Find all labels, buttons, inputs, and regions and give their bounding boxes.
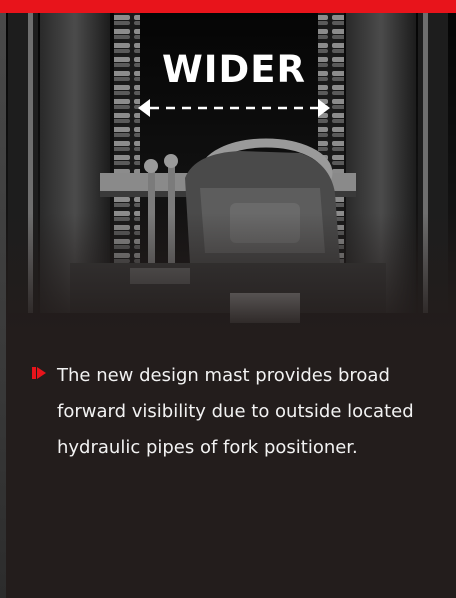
accent-top-bar: [0, 0, 456, 13]
headline: WIDER: [161, 48, 307, 91]
left-edge-strip: [0, 0, 6, 598]
feature-description: The new design mast provides broad forwa…: [57, 365, 414, 458]
feature-card: WIDER The new design mast provides broad…: [0, 0, 456, 598]
red-arrow-bullet-icon: [32, 367, 46, 379]
